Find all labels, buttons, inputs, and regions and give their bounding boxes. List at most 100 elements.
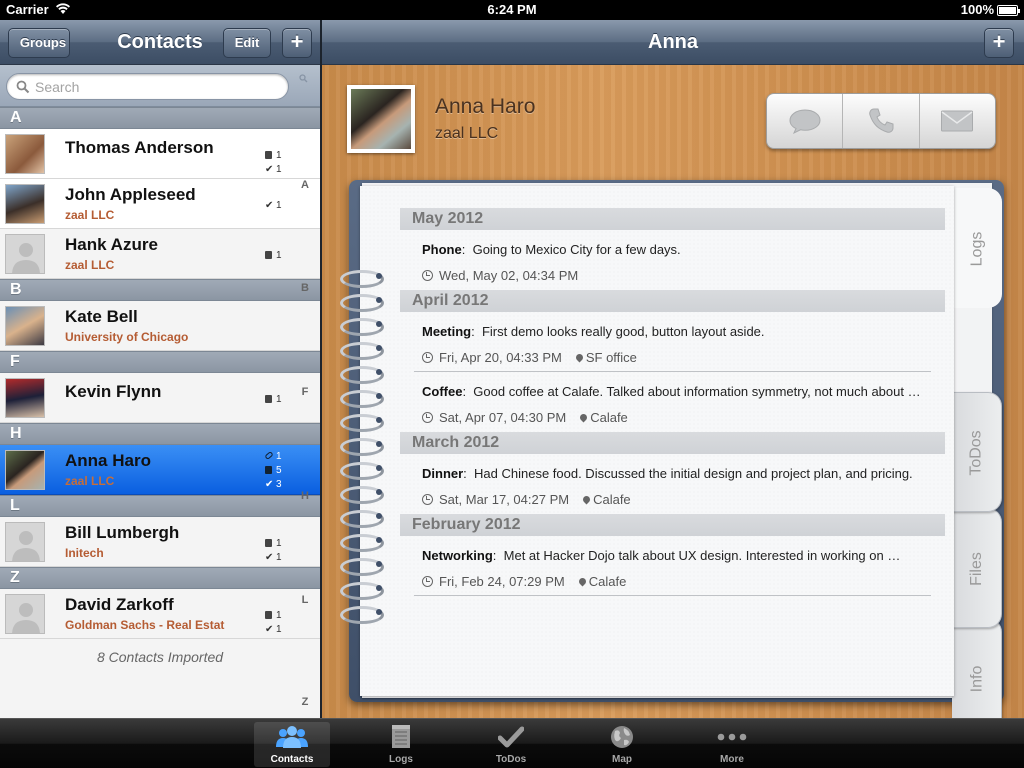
contacts-pane: Contacts Groups Edit + Search A Thomas A… <box>0 20 320 718</box>
index-search-icon[interactable] <box>299 74 308 83</box>
contact-row-hank-azure[interactable]: Hank Azure zaal LLC 1 <box>0 229 320 279</box>
month-header: April 2012 <box>400 290 945 312</box>
contact-row-anna-haro[interactable]: Anna Haro zaal LLC 1 5 ✔ 3 <box>0 445 320 495</box>
contact-name: Kate Bell <box>65 307 138 326</box>
tab-bar-map[interactable]: Map <box>584 722 660 767</box>
tab-bar-logs[interactable]: Logs <box>363 722 439 767</box>
contact-name: Anna Haro <box>65 451 151 470</box>
log-text: First demo looks really good, button lay… <box>481 324 765 339</box>
log-place: SF office <box>585 350 637 365</box>
index-letter[interactable]: F <box>295 386 315 398</box>
log-list: May 2012 Phone: Going to Mexico City for… <box>400 208 945 596</box>
avatar <box>5 134 45 174</box>
globe-icon <box>611 726 633 748</box>
contacts-count-note: 8 Contacts Imported <box>96 649 224 665</box>
section-header-z: Z <box>0 567 320 589</box>
avatar <box>5 184 45 224</box>
location-pin-icon <box>577 576 588 587</box>
log-entry[interactable]: Dinner: Had Chinese food. Discussed the … <box>400 454 945 514</box>
email-button[interactable] <box>920 94 995 148</box>
avatar-placeholder-icon <box>5 594 45 634</box>
contact-company: zaal LLC <box>65 258 115 272</box>
tab-logs[interactable]: Logs <box>952 188 1002 308</box>
month-header: May 2012 <box>400 208 945 230</box>
tab-bar: Contacts Logs ToDos Map More <box>0 718 1024 768</box>
phone-icon <box>869 108 894 133</box>
call-button[interactable] <box>843 94 920 148</box>
tab-bar-contacts[interactable]: Contacts <box>254 722 330 767</box>
index-letter[interactable]: L <box>295 594 315 606</box>
edit-button[interactable]: Edit <box>223 28 271 58</box>
index-letter[interactable]: H <box>295 490 315 502</box>
avatar-placeholder-icon <box>5 522 45 562</box>
tab-info[interactable]: Info <box>952 618 1002 718</box>
avatar <box>5 378 45 418</box>
contact-name: Kevin Flynn <box>65 382 162 401</box>
contact-row-john-appleseed[interactable]: John Appleseed zaal LLC ✔ 1 <box>0 179 320 229</box>
log-entry[interactable]: Meeting: First demo looks really good, b… <box>400 312 945 372</box>
people-icon <box>276 726 308 748</box>
month-header: March 2012 <box>400 432 945 454</box>
attachment-icon <box>264 451 274 460</box>
add-contact-button[interactable]: + <box>282 28 312 58</box>
section-header-l: L <box>0 495 320 517</box>
index-letter[interactable]: A <box>295 179 315 191</box>
search-icon <box>16 80 30 94</box>
check-icon: ✔ <box>265 624 274 635</box>
contact-row-david-zarkoff[interactable]: David Zarkoff Goldman Sachs - Real Estat… <box>0 589 320 639</box>
contact-name: David Zarkoff <box>65 595 174 614</box>
contact-row-bill-lumbergh[interactable]: Bill Lumbergh Initech 1 ✔ 1 <box>0 517 320 567</box>
check-icon: ✔ <box>265 552 274 563</box>
tab-todos[interactable]: ToDos <box>952 392 1002 512</box>
check-icon: ✔ <box>265 164 274 175</box>
log-text: Good coffee at Calafe. Talked about info… <box>473 384 921 399</box>
tab-bar-todos[interactable]: ToDos <box>473 722 549 767</box>
log-date: Fri, Apr 20, 04:33 PM <box>439 350 562 365</box>
tab-files[interactable]: Files <box>952 508 1002 628</box>
log-date: Sat, Mar 17, 04:27 PM <box>439 492 570 507</box>
contact-counts: 1 ✔ 1 <box>265 150 282 175</box>
log-icon <box>265 611 272 619</box>
checkmark-icon <box>498 726 524 748</box>
groups-back-button[interactable]: Groups <box>8 28 70 58</box>
message-button[interactable] <box>767 94 844 148</box>
contact-row-thomas-anderson[interactable]: Thomas Anderson 1 ✔ 1 <box>0 129 320 179</box>
contact-counts: 1 ✔ 1 <box>265 610 282 635</box>
status-time: 6:24 PM <box>487 2 537 17</box>
contact-photo <box>347 85 415 153</box>
log-entry[interactable]: Networking: Met at Hacker Dojo talk abou… <box>400 536 945 596</box>
index-letter[interactable]: Z <box>295 696 315 708</box>
log-date: Fri, Feb 24, 07:29 PM <box>439 574 565 589</box>
search-input[interactable]: Search <box>6 73 289 100</box>
contact-name: John Appleseed <box>65 185 196 204</box>
contact-row-kevin-flynn[interactable]: Kevin Flynn 1 <box>0 373 320 423</box>
speech-bubble-icon <box>789 109 821 135</box>
log-icon <box>265 466 272 474</box>
clock-icon <box>422 494 433 505</box>
clock-icon <box>422 352 433 363</box>
contact-counts: 1 <box>265 249 282 263</box>
log-entry[interactable]: Phone: Going to Mexico City for a few da… <box>400 230 945 290</box>
contact-list: A Thomas Anderson 1 ✔ 1 John Appleseed za… <box>0 107 320 665</box>
log-place: Calafe <box>588 574 627 589</box>
avatar-placeholder-icon <box>5 234 45 274</box>
contact-company: zaal LLC <box>65 474 115 488</box>
contact-detail-name: Anna Haro <box>435 95 536 118</box>
index-letter[interactable]: B <box>295 282 315 294</box>
log-icon <box>265 251 272 259</box>
tab-bar-more[interactable]: More <box>694 722 770 767</box>
contact-counts: 1 <box>265 393 282 407</box>
contact-row-kate-bell[interactable]: Kate Bell University of Chicago <box>0 301 320 351</box>
clock-icon <box>422 270 433 281</box>
contact-name: Bill Lumbergh <box>65 523 180 542</box>
log-entry[interactable]: Coffee: Good coffee at Calafe. Talked ab… <box>400 372 945 432</box>
status-bar: Carrier 6:24 PM 100% <box>0 0 1024 20</box>
section-header-h: H <box>0 423 320 445</box>
contact-company: Goldman Sachs - Real Estat <box>65 618 225 632</box>
detail-pane: Anna + Anna Haro zaal LLC Info Files ToD… <box>322 20 1024 718</box>
log-type: Networking <box>422 548 493 563</box>
log-type: Phone <box>422 242 462 257</box>
add-entry-button[interactable]: + <box>984 28 1014 58</box>
section-header-a: A <box>0 107 320 129</box>
check-icon: ✔ <box>265 200 274 211</box>
